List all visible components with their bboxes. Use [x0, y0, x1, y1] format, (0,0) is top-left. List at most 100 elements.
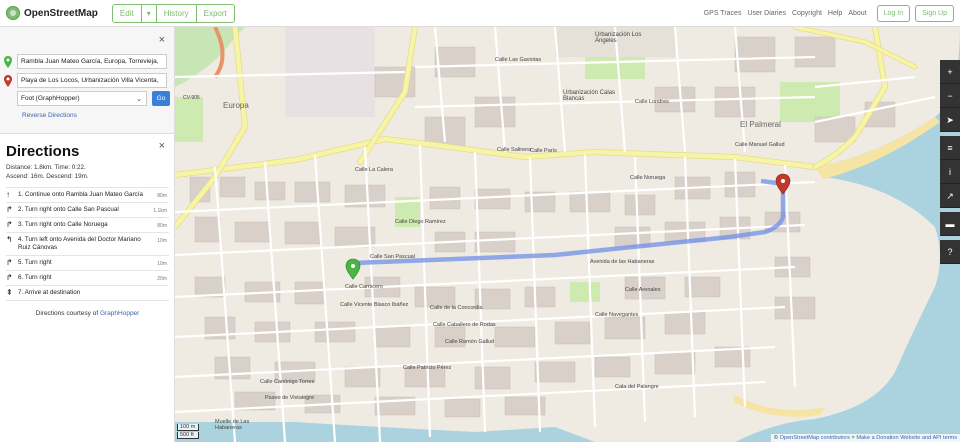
- osm-logo-icon: [6, 6, 20, 20]
- export-button[interactable]: Export: [196, 4, 234, 22]
- step-text: 6. Turn right: [18, 274, 52, 281]
- map-label-calle-manuel: Calle Manuel Gallud: [735, 142, 785, 148]
- map-label-av-habaneras: Avenida de las Habaneras: [590, 259, 655, 265]
- step-text: 4. Turn left onto Avenida del Doctor Mar…: [18, 236, 141, 251]
- graphhopper-link[interactable]: GraphHopper: [100, 310, 139, 317]
- map-label-europa: Europa: [223, 101, 249, 110]
- query-features-button[interactable]: ?: [940, 240, 960, 264]
- turn-right-icon: ↱: [6, 205, 13, 214]
- directions-steps: ↑ 1. Continue onto Rambla Juan Mateo Gar…: [6, 187, 169, 301]
- map-label-urbanizacion: Urbanización Calas Blancas: [563, 90, 616, 102]
- direction-step[interactable]: ↰ 4. Turn left onto Avenida del Doctor M…: [6, 233, 169, 256]
- sidebar: × Rambla Juan Mateo García, Europa, Torr…: [0, 27, 175, 442]
- step-distance: 1.1km: [153, 208, 167, 214]
- red-end-marker-icon: [4, 74, 12, 87]
- nav-link-user-diaries[interactable]: User Diaries: [747, 10, 786, 17]
- direction-step[interactable]: ↱ 5. Turn right 10m: [6, 256, 169, 271]
- map-label-calle-canonigo: Calle Canónigo Torres: [260, 379, 315, 385]
- map-label-calle-carnicero: Calle Carnicero: [345, 284, 383, 290]
- history-button[interactable]: History: [156, 4, 197, 22]
- scale-bar-meters: 100 m: [177, 424, 199, 431]
- start-marker-dot: [351, 264, 355, 268]
- terms-link[interactable]: Website and API terms: [900, 435, 957, 441]
- map-controls: + − ➤ ≡ i ↗ ▬ ?: [940, 60, 960, 264]
- route-summary-distance: Distance: 1.8km. Time: 0:22.: [6, 164, 86, 171]
- step-text: 5. Turn right: [18, 259, 52, 266]
- direction-step[interactable]: ↱ 6. Turn right 20m: [6, 271, 169, 286]
- park-area: [570, 282, 600, 302]
- edit-button-group: Edit ▾ History Export: [111, 3, 235, 23]
- map-label-calle-paris: Calle París: [530, 148, 557, 154]
- login-button[interactable]: Log In: [876, 5, 911, 22]
- map-label-calle-sanpascual: Calle San Pascual: [370, 254, 415, 260]
- direction-step[interactable]: ↱ 2. Turn right onto Calle San Pascual 1…: [6, 203, 169, 218]
- layers-button[interactable]: ≡: [940, 136, 960, 160]
- map-label-calle-lasgaviotas: Calle Las Gaviotas: [495, 57, 542, 63]
- chevron-down-icon: ⌄: [136, 96, 142, 103]
- reverse-directions-link[interactable]: Reverse Directions: [22, 112, 77, 119]
- nav-link-help[interactable]: Help: [828, 10, 842, 17]
- step-distance: 20m: [157, 276, 167, 282]
- step-text: 1. Continue onto Rambla Juan Mateo Garcí…: [18, 191, 143, 198]
- close-directions-icon[interactable]: ×: [159, 140, 165, 152]
- route-to-row: Playa de Los Locos, Urbanización Villa V…: [4, 73, 167, 88]
- park-area: [780, 82, 840, 122]
- direction-step[interactable]: ⇞ 7. Arrive at destination: [6, 286, 169, 301]
- edit-dropdown-caret-icon[interactable]: ▾: [141, 4, 157, 22]
- step-text: 2. Turn right onto Calle San Pascual: [18, 206, 119, 213]
- nav-link-about[interactable]: About: [848, 10, 866, 17]
- route-from-row: Rambla Juan Mateo García, Europa, Torrev…: [4, 54, 167, 69]
- park-area: [175, 97, 203, 142]
- zoom-in-button[interactable]: +: [940, 60, 960, 84]
- go-button[interactable]: Go: [152, 91, 170, 106]
- zoom-out-button[interactable]: −: [940, 84, 960, 108]
- top-navbar: OpenStreetMap Edit ▾ History Export GPS …: [0, 0, 960, 27]
- map-label-calle-lacalera: Calle La Calera: [355, 167, 393, 173]
- map-label-calle-arenales: Calle Arenales: [625, 287, 661, 293]
- routing-engine-value: Foot (GraphHopper): [21, 95, 80, 102]
- step-distance: 10m: [157, 261, 167, 267]
- directions-form: × Rambla Juan Mateo García, Europa, Torr…: [0, 27, 174, 134]
- step-text: 3. Turn right onto Calle Noruega: [18, 221, 108, 228]
- map-label-calle-diego: Calle Diego Ramírez: [395, 219, 446, 225]
- map-label-urbanizacion-angeles: Urbanización Los Ángeles: [595, 32, 642, 44]
- directions-courtesy: Directions courtesy of GraphHopper: [6, 310, 169, 317]
- map-label-paseo: Paseo de Vistalegre: [265, 395, 315, 401]
- directions-panel: × Directions Distance: 1.8km. Time: 0:22…: [0, 135, 175, 317]
- add-note-button[interactable]: ▬: [940, 212, 960, 236]
- straight-arrow-icon: ↑: [6, 190, 10, 199]
- map-label-calle-navegantes: Calle Navegantes: [595, 312, 639, 318]
- map-label-calle-caballero: Calle Caballero de Rodas: [433, 322, 496, 328]
- end-marker-icon: [775, 173, 791, 195]
- direction-step[interactable]: ↱ 3. Turn right onto Calle Noruega 80m: [6, 218, 169, 233]
- show-my-location-button[interactable]: ➤: [940, 108, 960, 132]
- edit-button[interactable]: Edit: [112, 4, 142, 22]
- green-start-marker-icon: [4, 55, 12, 68]
- map-label-calle-londres: Calle Londres: [635, 99, 669, 105]
- courtesy-prefix: Directions courtesy of: [35, 310, 99, 317]
- map-label-cv905: CV-905: [183, 95, 200, 101]
- map-label-palmeral: El Palmeral: [740, 120, 781, 129]
- copyright-symbol: ©: [773, 435, 779, 441]
- map-key-button[interactable]: i: [940, 160, 960, 184]
- turn-right-icon: ↱: [6, 258, 13, 267]
- directions-title: Directions: [6, 143, 80, 160]
- map-label-calle-vicente: Calle Vicente Blasco Ibáñez: [340, 302, 409, 308]
- map-canvas[interactable]: Europa El Palmeral Urbanización Calas Bl…: [175, 27, 960, 442]
- routing-engine-select[interactable]: Foot (GraphHopper) ⌄: [17, 91, 147, 106]
- signup-button[interactable]: Sign Up: [915, 5, 954, 22]
- share-button[interactable]: ↗: [940, 184, 960, 208]
- route-from-input[interactable]: Rambla Juan Mateo García, Europa, Torrev…: [17, 54, 167, 69]
- donation-link[interactable]: Make a Donation: [856, 435, 898, 441]
- map-label-muelle: Muelle de Las Habaneras: [215, 419, 250, 431]
- scale-bar: 100 m 500 ft: [177, 423, 199, 439]
- logo[interactable]: OpenStreetMap: [6, 6, 98, 20]
- direction-step[interactable]: ↑ 1. Continue onto Rambla Juan Mateo Gar…: [6, 188, 169, 203]
- close-directions-form-icon[interactable]: ×: [159, 34, 165, 46]
- nav-link-gps-traces[interactable]: GPS Traces: [704, 10, 742, 17]
- route-to-input[interactable]: Playa de Los Locos, Urbanización Villa V…: [17, 73, 167, 88]
- destination-icon: ⇞: [6, 288, 13, 297]
- turn-right-icon: ↱: [6, 220, 13, 229]
- nav-link-copyright[interactable]: Copyright: [792, 10, 822, 17]
- osm-contributors-link[interactable]: OpenStreetMap contributors: [780, 435, 850, 441]
